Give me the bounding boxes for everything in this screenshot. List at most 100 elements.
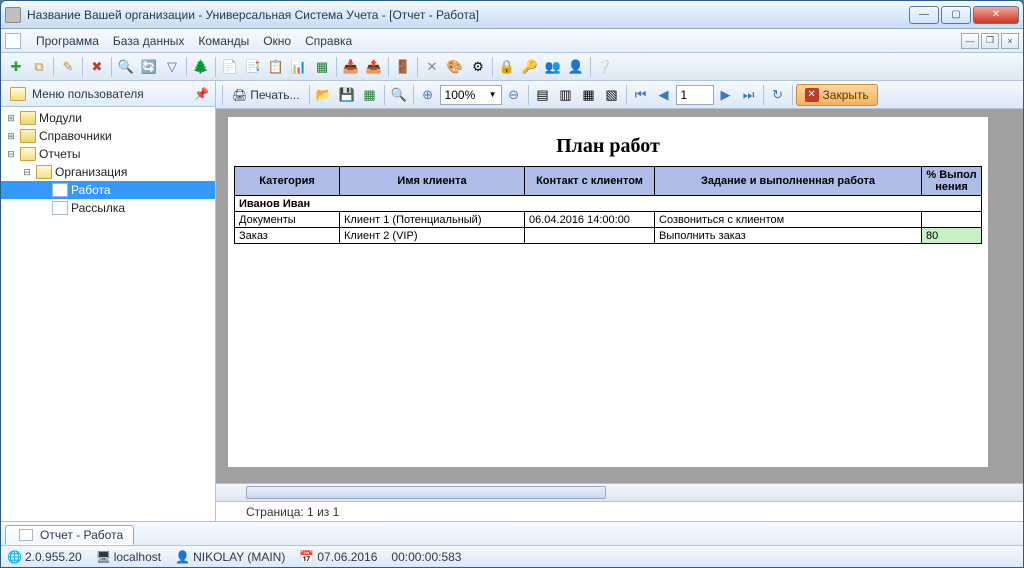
server-icon: 🖥 (96, 550, 110, 564)
import-button[interactable]: 📥 (340, 56, 362, 78)
app-icon (5, 7, 21, 23)
help-icon[interactable]: ❔ (594, 56, 616, 78)
refresh-page-button[interactable]: ↻ (767, 84, 789, 106)
key-icon[interactable]: 🔑 (519, 56, 541, 78)
sidebar-header: Меню пользователя 📌 (1, 81, 215, 107)
page-info: Страница: 1 из 1 (246, 505, 339, 519)
document-tab[interactable]: Отчет - Работа (5, 525, 134, 545)
zoom-field[interactable]: 100% ▼ (440, 85, 502, 105)
edit-button[interactable]: ✎ (57, 56, 79, 78)
mdi-minimize-button[interactable]: — (961, 33, 979, 49)
body-split: Меню пользователя 📌 ⊞ Модули ⊞ Справочни… (1, 81, 1023, 521)
tree-node-modules[interactable]: ⊞ Модули (1, 109, 215, 127)
elapsed-value: 00:00:00:583 (391, 550, 461, 564)
collapse-icon[interactable]: ⊟ (21, 167, 33, 178)
group-label: Иванов Иван (235, 196, 982, 212)
filter-icon[interactable]: ▽ (161, 56, 183, 78)
last-page-button[interactable]: ⏭ (738, 84, 760, 106)
cell-category: Заказ (235, 228, 340, 244)
collapse-icon[interactable]: ⊟ (5, 149, 17, 160)
copy-button[interactable]: ⧉ (28, 56, 50, 78)
document-icon (5, 33, 21, 49)
mdi-close-button[interactable]: × (1001, 33, 1019, 49)
page-view-button-1[interactable]: ▤ (532, 84, 554, 106)
tree-node-directories[interactable]: ⊞ Справочники (1, 127, 215, 145)
tools-icon[interactable]: ✕ (421, 56, 443, 78)
report-button-1[interactable]: 📄 (219, 56, 241, 78)
export-button[interactable]: 📤 (363, 56, 385, 78)
group-row: Иванов Иван (235, 196, 982, 212)
minimize-button[interactable]: — (909, 6, 939, 24)
page-icon (19, 529, 33, 541)
tree-node-mailing[interactable]: · Рассылка (1, 199, 215, 217)
page-number-field[interactable]: 1 (676, 85, 714, 105)
lock-icon[interactable]: 🔒 (496, 56, 518, 78)
first-page-button[interactable]: ⏮ (630, 84, 652, 106)
page-icon (52, 183, 68, 197)
menu-commands[interactable]: Команды (191, 31, 256, 51)
settings-icon[interactable]: ⚙ (467, 56, 489, 78)
version-value: 2.0.955.20 (25, 550, 82, 564)
export-xls-button[interactable]: ▦ (359, 84, 381, 106)
cell-pct: 80 (922, 228, 982, 244)
window-close-button[interactable]: ✕ (973, 6, 1019, 24)
horizontal-scrollbar[interactable] (216, 483, 1023, 501)
page-view-button-3[interactable]: ▦ (578, 84, 600, 106)
date-value: 07.06.2016 (317, 550, 377, 564)
nav-tree: ⊞ Модули ⊞ Справочники ⊟ Отчеты ⊟ (1, 107, 215, 521)
refresh-button[interactable]: 🔄 (138, 56, 160, 78)
export-excel-button[interactable]: ▦ (311, 56, 333, 78)
users-icon[interactable]: 👥 (542, 56, 564, 78)
delete-button[interactable]: ✖ (86, 56, 108, 78)
page-view-button-4[interactable]: ▧ (601, 84, 623, 106)
expand-icon[interactable]: ⊞ (5, 113, 17, 124)
menu-window[interactable]: Окно (256, 31, 298, 51)
report-button-2[interactable]: 📑 (242, 56, 264, 78)
tree-label: Рассылка (71, 201, 125, 215)
zoom-in-icon[interactable]: ⊕ (417, 84, 439, 106)
status-bar: 🌐 2.0.955.20 🖥 localhost 👤 NIKOLAY (MAIN… (1, 545, 1023, 567)
report-viewport[interactable]: План работ Категория Имя клиента Контакт… (216, 109, 1023, 483)
col-client: Имя клиента (340, 167, 525, 196)
maximize-button[interactable]: ▢ (941, 6, 971, 24)
folder-open-icon (36, 165, 52, 179)
find-icon[interactable]: 🔍 (388, 84, 410, 106)
menu-database[interactable]: База данных (106, 31, 191, 51)
tree-button[interactable]: 🌲 (190, 56, 212, 78)
pin-icon[interactable]: 📌 (194, 87, 209, 101)
scrollbar-thumb[interactable] (246, 486, 606, 499)
menu-program[interactable]: Программа (29, 31, 106, 51)
menu-help[interactable]: Справка (298, 31, 359, 51)
page-view-button-2[interactable]: ▥ (555, 84, 577, 106)
add-button[interactable]: ✚ (5, 56, 27, 78)
search-icon[interactable]: 🔍 (115, 56, 137, 78)
user-icon[interactable]: 👤 (565, 56, 587, 78)
status-host: 🖥 localhost (96, 550, 161, 564)
status-date: 📅 07.06.2016 (299, 550, 377, 564)
tree-label: Справочники (39, 129, 112, 143)
tree-label: Организация (55, 165, 127, 179)
status-elapsed: 00:00:00:583 (391, 550, 461, 564)
mdi-buttons: — ❐ × (961, 33, 1019, 49)
prev-page-button[interactable]: ◀ (653, 84, 675, 106)
zoom-out-icon[interactable]: ⊖ (503, 84, 525, 106)
report-button-4[interactable]: 📊 (288, 56, 310, 78)
report-button-3[interactable]: 📋 (265, 56, 287, 78)
expand-icon[interactable]: ⊞ (5, 131, 17, 142)
tree-node-reports[interactable]: ⊟ Отчеты (1, 145, 215, 163)
tree-node-organization[interactable]: ⊟ Организация (1, 163, 215, 181)
exit-door-icon[interactable]: 🚪 (392, 56, 414, 78)
next-page-button[interactable]: ▶ (715, 84, 737, 106)
palette-icon[interactable]: 🎨 (444, 56, 466, 78)
open-folder-button[interactable]: 📂 (313, 84, 335, 106)
tree-node-work[interactable]: · Работа (1, 181, 215, 199)
close-report-button[interactable]: ✕ Закрыть (796, 84, 878, 106)
report-title: План работ (234, 135, 982, 158)
report-status-line: Страница: 1 из 1 (216, 501, 1023, 521)
sidebar-title: Меню пользователя (32, 87, 144, 101)
status-user: 👤 NIKOLAY (MAIN) (175, 550, 285, 564)
mdi-restore-button[interactable]: ❐ (981, 33, 999, 49)
save-button[interactable]: 💾 (336, 84, 358, 106)
print-button[interactable]: 🖨 Печать... (226, 84, 306, 106)
chevron-down-icon[interactable]: ▼ (489, 90, 497, 99)
